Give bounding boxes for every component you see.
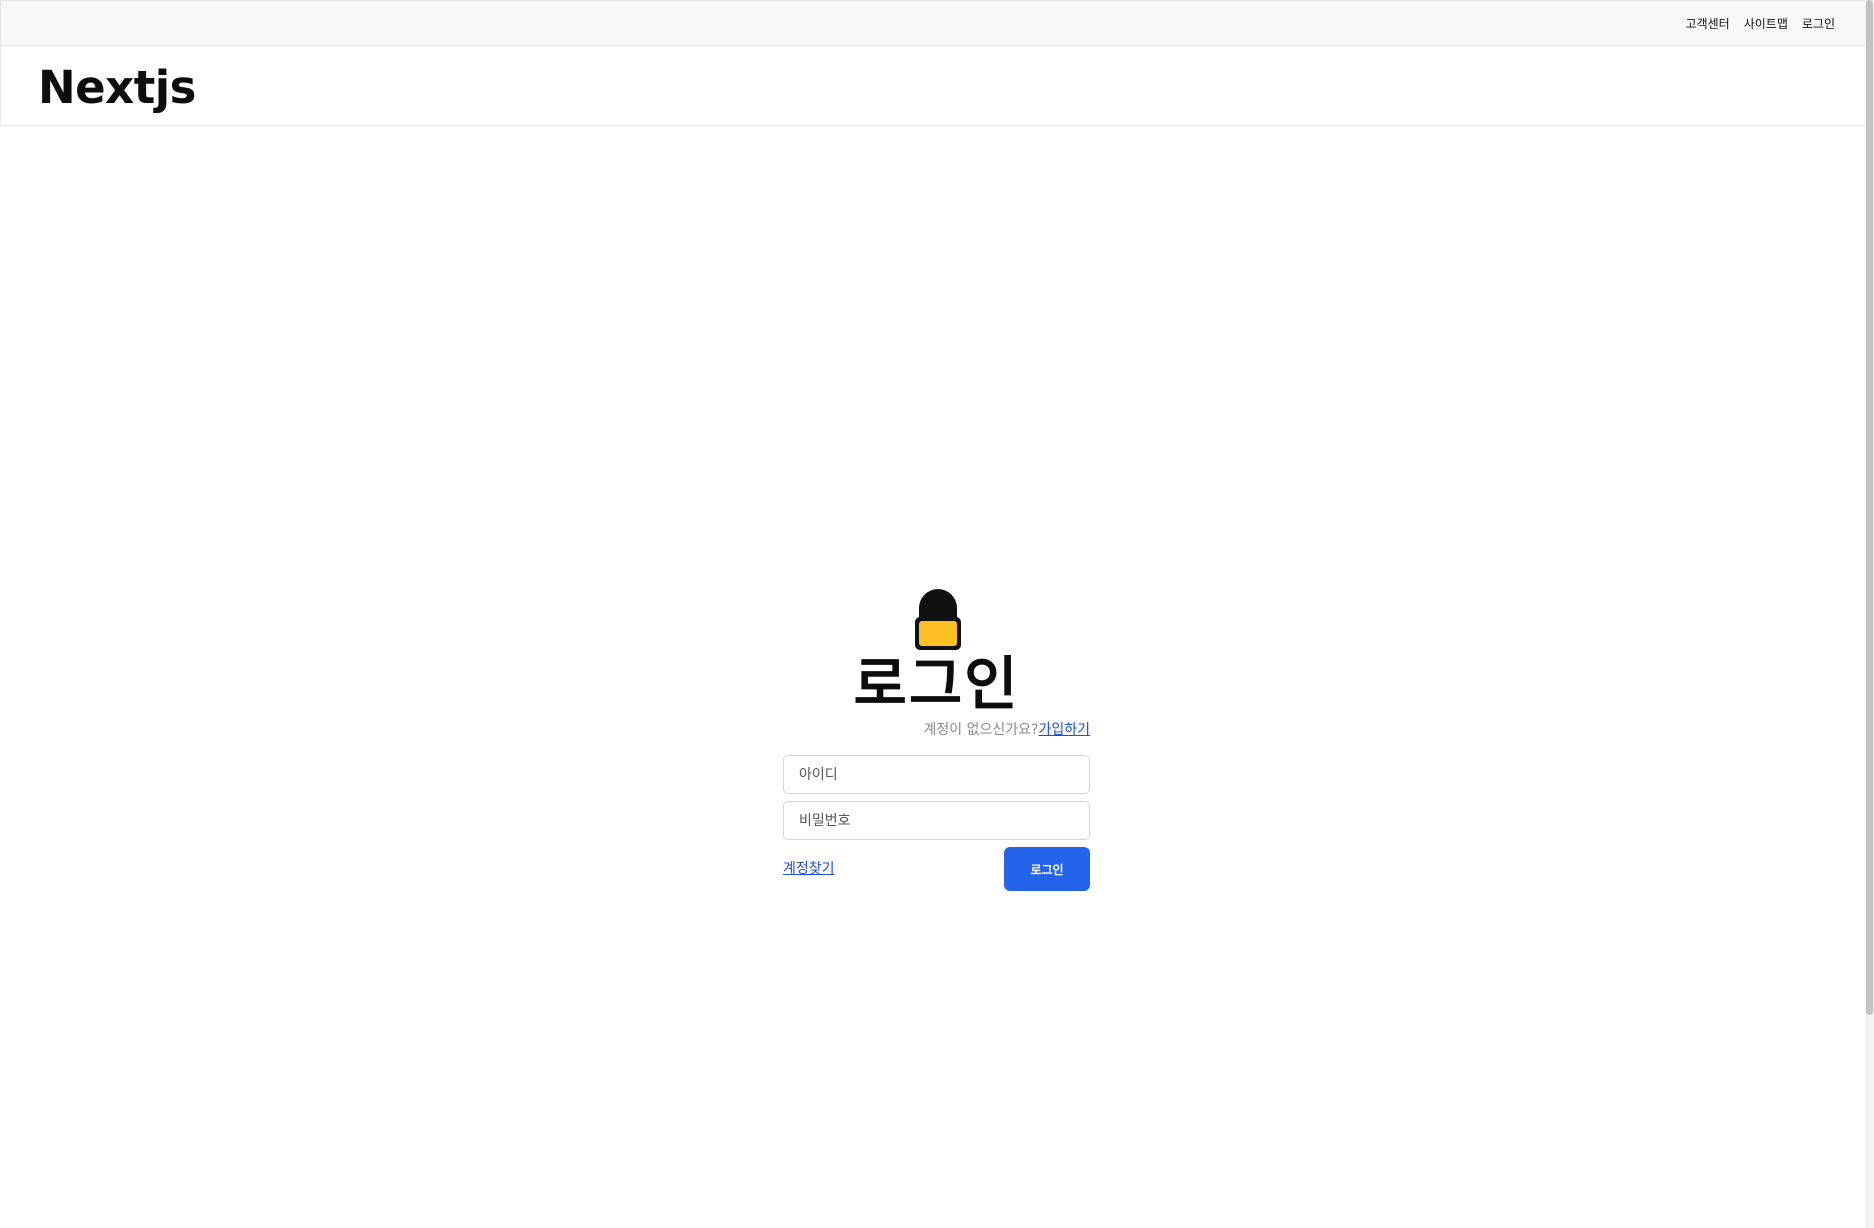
- util-link-customer-center[interactable]: 고객센터: [1686, 15, 1730, 33]
- login-submit-button[interactable]: 로그인: [1004, 847, 1090, 891]
- login-title: 로그인: [853, 650, 1020, 718]
- password-input[interactable]: [783, 801, 1090, 840]
- page: 고객센터 사이트맵 로그인 Nextjs 로그인 계정이 없으신가요?가입하기 …: [0, 0, 1874, 1228]
- site-header: Nextjs: [0, 46, 1874, 126]
- page-scrollbar[interactable]: [1865, 0, 1874, 1228]
- signup-prompt: 계정이 없으신가요?가입하기: [924, 721, 1090, 739]
- lock-icon: [915, 589, 961, 650]
- signup-link[interactable]: 가입하기: [1038, 722, 1090, 738]
- signup-prompt-text: 계정이 없으신가요?: [923, 722, 1039, 738]
- find-account-link[interactable]: 계정찾기: [783, 860, 835, 878]
- utility-nav: 고객센터 사이트맵 로그인: [1686, 15, 1835, 33]
- site-logo[interactable]: Nextjs: [38, 62, 196, 114]
- util-link-sitemap[interactable]: 사이트맵: [1744, 15, 1788, 33]
- util-link-login[interactable]: 로그인: [1802, 15, 1835, 33]
- scrollbar-thumb[interactable]: [1866, 0, 1873, 1015]
- utility-bar: 고객센터 사이트맵 로그인: [0, 0, 1874, 46]
- id-input[interactable]: [783, 755, 1090, 794]
